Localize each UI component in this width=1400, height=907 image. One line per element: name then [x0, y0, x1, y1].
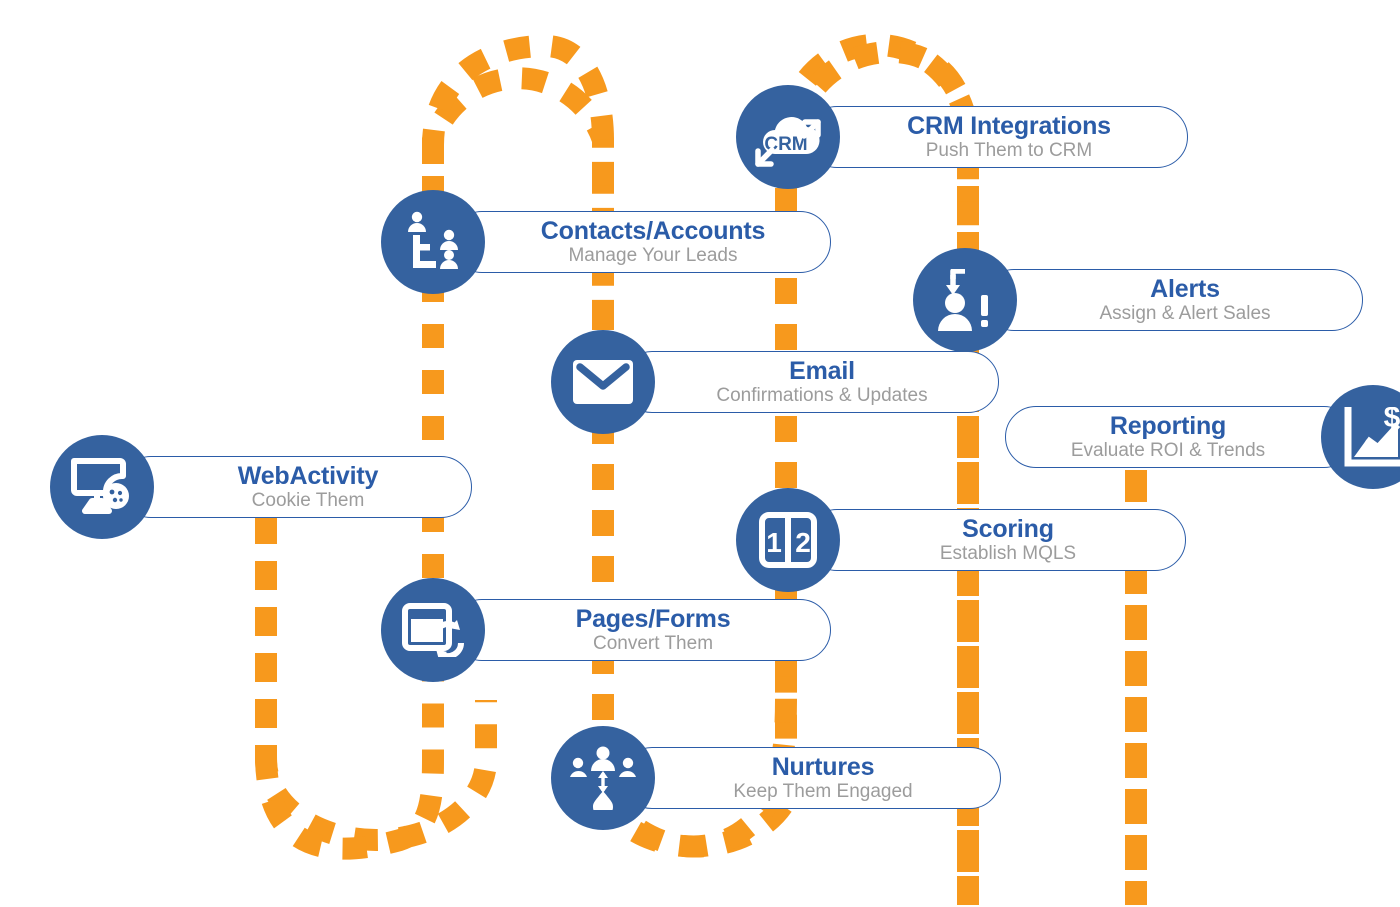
alerts-bubble	[913, 248, 1017, 352]
chart-dollar-icon: $	[1344, 407, 1400, 467]
contacts-bubble	[381, 190, 485, 294]
contacts-title: Contacts/Accounts	[540, 217, 766, 245]
contacts-subtitle: Manage Your Leads	[568, 245, 738, 266]
node-crm-integrations[interactable]: CRM CRM Integrations Push Them to CRM	[736, 85, 1188, 189]
svg-text:$: $	[1384, 407, 1400, 434]
alerts-pill: Alerts Assign & Alert Sales	[983, 269, 1363, 331]
scoring-bubble: 1 2	[736, 488, 840, 592]
reporting-subtitle: Evaluate ROI & Trends	[1070, 440, 1266, 461]
diagram-canvas: WebActivity Cookie Them Contacts/Account…	[0, 0, 1400, 907]
node-pages-forms[interactable]: Pages/Forms Convert Them	[381, 578, 831, 682]
email-bubble	[551, 330, 655, 434]
email-pill: Email Confirmations & Updates	[621, 351, 999, 413]
nurtures-subtitle: Keep Them Engaged	[733, 781, 913, 802]
nurtures-bubble	[551, 726, 655, 830]
node-scoring[interactable]: 1 2 Scoring Establish MQLS	[736, 488, 1186, 592]
crm-pill: CRM Integrations Push Them to CRM	[806, 106, 1188, 168]
browser-refresh-icon	[402, 603, 464, 657]
people-drip-icon	[570, 746, 636, 810]
scoring-pill: Scoring Establish MQLS	[806, 509, 1186, 571]
node-contacts-accounts[interactable]: Contacts/Accounts Manage Your Leads	[381, 190, 831, 294]
node-alerts[interactable]: Alerts Assign & Alert Sales	[913, 248, 1363, 352]
scoring-title: Scoring	[962, 515, 1054, 543]
crm-bubble: CRM	[736, 85, 840, 189]
webactivity-bubble	[50, 435, 154, 539]
alerts-title: Alerts	[1150, 275, 1220, 303]
webactivity-title: WebActivity	[237, 462, 379, 490]
nurtures-pill: Nurtures Keep Them Engaged	[621, 747, 1001, 809]
scoring-subtitle: Establish MQLS	[939, 543, 1077, 564]
alerts-subtitle: Assign & Alert Sales	[1099, 303, 1271, 324]
person-alert-icon	[938, 269, 988, 331]
reporting-pill: Reporting Evaluate ROI & Trends	[1005, 406, 1355, 468]
pagesforms-pill: Pages/Forms Convert Them	[451, 599, 831, 661]
scoring-digit-right: 2	[795, 527, 811, 558]
scoreboard-icon: 1 2	[759, 512, 817, 568]
pagesforms-subtitle: Convert Them	[592, 633, 714, 654]
crm-title: CRM Integrations	[907, 112, 1111, 140]
reporting-title: Reporting	[1109, 412, 1227, 440]
crm-subtitle: Push Them to CRM	[925, 140, 1093, 161]
node-reporting[interactable]: $ Reporting Evaluate ROI & Trends	[1005, 385, 1400, 489]
monitor-cookie-icon	[71, 458, 129, 514]
email-title: Email	[789, 357, 855, 385]
pagesforms-bubble	[381, 578, 485, 682]
node-nurtures[interactable]: Nurtures Keep Them Engaged	[551, 726, 1001, 830]
scoring-digit-left: 1	[766, 527, 782, 558]
webactivity-pill: WebActivity Cookie Them	[120, 456, 472, 518]
cloud-crm-sync-icon: CRM	[755, 117, 821, 167]
nurtures-title: Nurtures	[771, 753, 875, 781]
envelope-icon	[573, 360, 633, 404]
webactivity-subtitle: Cookie Them	[251, 490, 365, 511]
org-chart-people-icon	[408, 211, 458, 269]
pagesforms-title: Pages/Forms	[575, 605, 731, 633]
reporting-bubble: $	[1321, 385, 1400, 489]
node-webactivity[interactable]: WebActivity Cookie Them	[50, 435, 472, 539]
contacts-pill: Contacts/Accounts Manage Your Leads	[451, 211, 831, 273]
email-subtitle: Confirmations & Updates	[716, 385, 928, 406]
